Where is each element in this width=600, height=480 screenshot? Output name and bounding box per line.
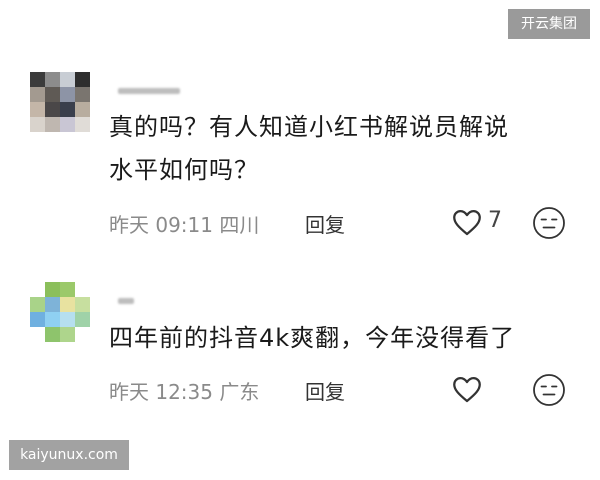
comment-meta: 昨天 09:11 四川 <box>109 213 260 237</box>
comment-text-line: 真的吗？有人知道小红书解说员解说 <box>109 113 509 141</box>
username-blurred[interactable] <box>118 88 180 94</box>
watermark-top: 开云集团 <box>508 9 590 39</box>
reply-button[interactable]: 回复 <box>305 209 345 238</box>
reply-button[interactable]: 回复 <box>305 376 345 405</box>
comment-text-line: 四年前的抖音4k爽翻，今年没得看了 <box>109 324 516 352</box>
unamused-face-icon[interactable] <box>531 372 567 408</box>
unamused-face-icon[interactable] <box>531 205 567 241</box>
avatar[interactable] <box>30 72 90 132</box>
heart-icon[interactable] <box>450 205 484 239</box>
comment-text-line: 水平如何吗？ <box>109 156 259 184</box>
comment-meta: 昨天 12:35 广东 <box>109 380 260 404</box>
watermark-bottom: kaiyunux.com <box>9 440 129 470</box>
username-blurred[interactable] <box>118 298 134 304</box>
like-count: 7 <box>488 208 502 233</box>
avatar[interactable] <box>30 282 90 342</box>
heart-icon[interactable] <box>450 372 484 406</box>
